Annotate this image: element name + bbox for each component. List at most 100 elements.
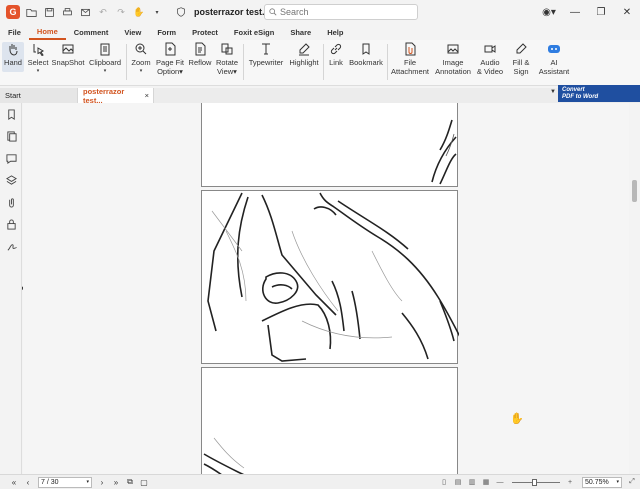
typewriter-button[interactable]: Typewriter	[246, 42, 286, 67]
minimize-button[interactable]: —	[562, 7, 588, 18]
prev-page-icon[interactable]: ‹	[22, 478, 34, 487]
zoom-in-icon[interactable]: +	[564, 479, 576, 486]
image-annotation-button[interactable]: Image Annotation	[433, 42, 473, 76]
sketch-drawing	[207, 192, 479, 368]
dropdown-icon[interactable]: ▾	[150, 5, 164, 19]
status-bar: « ‹ 7 / 30 ▾ › » ⧉ ▢ ▯ ▤ ▥ ▦ — + 50.75% …	[0, 474, 640, 489]
sketch-drawing	[203, 437, 245, 474]
menu-form[interactable]: Form	[149, 28, 184, 37]
select-button[interactable]: Select ▾	[26, 42, 50, 76]
highlight-button[interactable]: Highlight	[287, 42, 321, 67]
fill-sign-label-2: Sign	[513, 67, 529, 76]
menu-protect[interactable]: Protect	[184, 28, 226, 37]
redo-icon[interactable]: ↷	[114, 5, 128, 19]
comments-panel-icon[interactable]	[0, 147, 22, 169]
first-page-icon[interactable]: «	[8, 478, 20, 487]
attachments-panel-icon[interactable]	[0, 191, 22, 213]
search-input[interactable]	[280, 7, 410, 17]
audio-video-icon	[484, 45, 496, 53]
reflow-button[interactable]: Reflow	[187, 42, 213, 67]
page-number-value: 7 / 30	[41, 478, 59, 486]
save-icon[interactable]	[42, 5, 56, 19]
signature-panel-icon[interactable]	[0, 235, 22, 257]
clipboard-button[interactable]: Clipboard ▾	[87, 42, 123, 76]
file-attach-label-2: Attachment	[391, 67, 429, 76]
highlight-icon	[299, 43, 310, 56]
account-icon[interactable]: ◉▾	[536, 7, 562, 18]
sketch-drawing	[431, 119, 457, 185]
image-icon	[447, 44, 459, 54]
restore-button[interactable]: ❐	[588, 7, 614, 18]
document-canvas[interactable]	[23, 103, 629, 474]
page-view-icon[interactable]: ▢	[138, 478, 150, 487]
select-cursor-icon	[33, 44, 45, 56]
hand-button[interactable]: Hand	[2, 42, 24, 72]
left-panel	[0, 103, 22, 474]
page-number-field[interactable]: 7 / 30 ▾	[38, 476, 92, 488]
menu-file[interactable]: File	[0, 28, 29, 37]
zoom-out-icon[interactable]: —	[494, 479, 506, 486]
title-bar: G ↶ ↷ ✋ ▾ posterrazor test.pdf - Foxit..…	[0, 0, 640, 24]
vertical-scrollbar[interactable]	[629, 103, 640, 474]
menu-share[interactable]: Share	[282, 28, 319, 37]
scrollbar-thumb[interactable]	[632, 180, 637, 202]
facing-view-icon[interactable]: ▥	[466, 478, 478, 486]
ai-label-2: Assistant	[538, 67, 570, 76]
next-page-icon[interactable]: ›	[96, 478, 108, 487]
continuous-facing-icon[interactable]: ▦	[480, 478, 492, 486]
convert-pdf-ad-banner[interactable]: Convert PDF to Word	[558, 85, 640, 102]
ai-assistant-button[interactable]: AI Assistant	[536, 42, 572, 76]
layers-panel-icon[interactable]	[0, 169, 22, 191]
fill-sign-button[interactable]: Fill & Sign	[507, 42, 535, 76]
tab-close-icon[interactable]: ×	[145, 91, 149, 100]
bookmark-button[interactable]: Bookmark	[347, 42, 385, 67]
file-attachment-button[interactable]: File Attachment	[389, 42, 431, 76]
ad-dropdown-icon[interactable]: ▼	[550, 89, 556, 95]
audio-video-button[interactable]: Audio & Video	[474, 42, 506, 76]
typewriter-icon	[262, 43, 270, 55]
close-button[interactable]: ✕	[614, 7, 640, 18]
menu-foxit-esign[interactable]: Foxit eSign	[226, 28, 282, 37]
reflow-icon	[195, 42, 206, 56]
snapshot-button[interactable]: SnapShot	[51, 42, 85, 67]
typewriter-label: Typewriter	[248, 58, 284, 67]
page-fit-label-2: Option	[157, 67, 180, 76]
file-attachment-icon	[405, 42, 416, 56]
copy-page-icon[interactable]: ⧉	[124, 477, 136, 487]
snapshot-icon	[62, 44, 74, 54]
fullscreen-icon[interactable]: ⤢	[626, 478, 638, 486]
rotate-view-button[interactable]: Rotate View▾	[214, 42, 240, 76]
pages-panel-icon[interactable]	[0, 125, 22, 147]
menu-comment[interactable]: Comment	[66, 28, 117, 37]
menu-help[interactable]: Help	[319, 28, 351, 37]
search-box[interactable]	[264, 4, 418, 20]
audio-video-label: Audio	[480, 58, 500, 67]
pdf-page-tile	[201, 367, 458, 474]
tab-start[interactable]: Start	[0, 88, 78, 103]
foxit-logo-icon: G	[6, 5, 20, 19]
last-page-icon[interactable]: »	[110, 478, 122, 487]
zoom-slider-knob[interactable]	[532, 478, 537, 486]
print-icon[interactable]	[60, 5, 74, 19]
hand-tool-icon[interactable]: ✋	[132, 5, 146, 19]
tab-document[interactable]: posterrazor test... ×	[78, 87, 154, 105]
single-page-view-icon[interactable]: ▯	[438, 478, 450, 486]
zoom-button[interactable]: Zoom ▾	[130, 42, 152, 76]
mail-icon[interactable]	[78, 5, 92, 19]
link-button[interactable]: Link	[326, 42, 346, 67]
continuous-view-icon[interactable]: ▤	[452, 478, 464, 486]
menu-view[interactable]: View	[116, 28, 149, 37]
bookmarks-panel-icon[interactable]	[0, 103, 22, 125]
bookmark-icon	[362, 43, 370, 55]
open-folder-icon[interactable]	[24, 5, 38, 19]
shield-icon	[174, 5, 188, 19]
menu-home[interactable]: Home	[28, 24, 66, 40]
ribbon-toolbar: Hand Select ▾ SnapShot Clipboard ▾ Zoom …	[0, 40, 640, 86]
zoom-slider[interactable]	[512, 478, 560, 486]
zoom-label: Zoom	[131, 58, 151, 67]
security-panel-icon[interactable]	[0, 213, 22, 235]
undo-icon[interactable]: ↶	[96, 5, 110, 19]
hand-icon	[9, 44, 18, 56]
zoom-level-field[interactable]: 50.75% ▾	[582, 476, 622, 488]
page-fit-option-button[interactable]: Page Fit Option▾	[155, 42, 185, 76]
